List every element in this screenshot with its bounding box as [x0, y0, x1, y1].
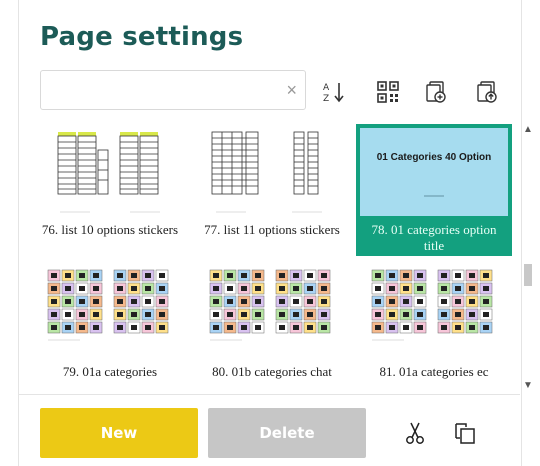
- page-title: Page settings: [40, 22, 244, 52]
- search-input[interactable]: [49, 79, 273, 103]
- page-label: 79. 01a categories: [62, 364, 158, 379]
- add-page-icon[interactable]: [424, 80, 448, 104]
- page-thumbnail: [57, 132, 160, 213]
- scroll-up-arrow-icon[interactable]: ▲: [522, 124, 534, 136]
- page-thumbnail: 01 Categories 40 Option: [360, 128, 508, 216]
- new-button[interactable]: New: [40, 408, 198, 458]
- page-tile[interactable]: 79. 01a categories: [32, 260, 188, 390]
- copy-icon[interactable]: [452, 420, 478, 446]
- page-thumbnail: [211, 131, 322, 213]
- qr-code-icon[interactable]: [376, 80, 400, 104]
- svg-text:A: A: [323, 83, 330, 93]
- page-label: 78. 01 categories option title: [371, 222, 497, 253]
- page-label: 76. list 10 options stickers: [41, 222, 179, 237]
- page-grid: 76. list 10 options stickers 77. list 11…: [30, 124, 516, 394]
- page-thumbnail: [371, 269, 493, 341]
- page-label: 80. 01b categories chat: [212, 364, 332, 379]
- page-label: 77. list 11 options stickers: [204, 222, 340, 237]
- page-label: 81. 01a categories ec: [379, 364, 489, 379]
- page-tile-selected[interactable]: 01 Categories 40 Option 78. 01 categorie…: [356, 124, 512, 256]
- scissors-icon[interactable]: [402, 420, 428, 446]
- page-tile[interactable]: 80. 01b categories chat: [194, 260, 350, 390]
- clear-icon[interactable]: ×: [286, 80, 297, 100]
- page-thumbnail: [47, 269, 169, 341]
- page-tile[interactable]: 76. list 10 options stickers: [32, 124, 188, 254]
- page-tile[interactable]: 77. list 11 options stickers: [194, 124, 350, 254]
- sort-az-icon[interactable]: A Z: [322, 80, 346, 104]
- footer-divider: [18, 394, 520, 395]
- thumbnail-title: 01 Categories 40 Option: [376, 152, 492, 163]
- delete-button[interactable]: Delete: [208, 408, 366, 458]
- search-box[interactable]: ×: [40, 70, 306, 110]
- page-thumbnail: [209, 269, 331, 341]
- upload-page-icon[interactable]: [475, 80, 499, 104]
- vertical-scrollbar[interactable]: ▲ ▼: [520, 124, 536, 394]
- svg-text:Z: Z: [323, 94, 329, 104]
- scroll-down-arrow-icon[interactable]: ▼: [522, 380, 534, 392]
- page-tile[interactable]: 81. 01a categories ec: [356, 260, 512, 390]
- scrollbar-thumb[interactable]: [524, 264, 532, 286]
